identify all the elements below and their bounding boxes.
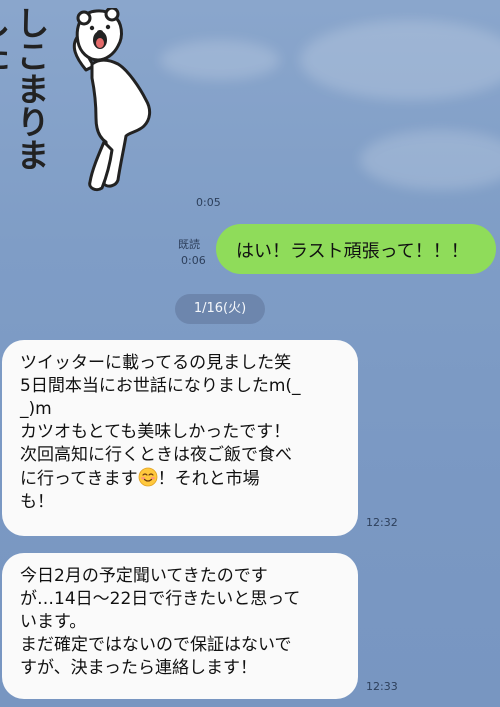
message-line: すが、決まったら連絡します！ [20, 658, 257, 678]
message-line-with-emoji: に行ってきます ！それと市場 [20, 467, 344, 491]
message-line: _)m [20, 399, 52, 419]
message-time: 12:32 [366, 516, 398, 529]
message-line: まだ確定ではないので保証はないで [20, 635, 292, 655]
received-message-bubble[interactable]: 今日2月の予定聞いてきたのです が…14日〜22日で行きたいと思って います。 … [2, 553, 358, 699]
message-line: 次回高知に行くときは夜ご飯で食べ [20, 445, 292, 465]
message-line: カツオもとても美味しかったです！ [20, 422, 291, 442]
date-separator: 1/16(火) [175, 294, 265, 324]
sent-message-text: はい！ラスト頑張って！！！ [236, 241, 469, 262]
message-time: 0:06 [181, 254, 206, 267]
message-time: 12:33 [366, 680, 398, 693]
sent-message-bubble[interactable]: はい！ラスト頑張って！！！ [216, 224, 496, 274]
background-cloud [160, 40, 280, 80]
message-line: が…14日〜22日で行きたいと思って [20, 589, 301, 609]
read-receipt: 既読 [178, 238, 200, 251]
received-message-bubble[interactable]: ツイッターに載ってるの見ました笑 5日間本当にお世話になりましたm(_ _)m … [2, 340, 358, 536]
message-line: 5日間本当にお世話になりましたm(_ [20, 376, 301, 396]
background-cloud [300, 20, 500, 100]
smiling-face-emoji-icon [138, 467, 158, 487]
bear-sticker-icon [72, 8, 152, 192]
message-line: 今日2月の予定聞いてきたのです [20, 566, 268, 586]
message-time: 0:05 [196, 196, 221, 209]
message-line: います。 [20, 612, 87, 632]
message-line: ツイッターに載ってるの見ました笑 [20, 353, 292, 373]
message-text: ！それと市場 [157, 469, 260, 489]
sticker-message[interactable]: しこまりました [0, 0, 170, 200]
background-cloud [360, 130, 500, 190]
message-line: も！ [20, 492, 54, 512]
sticker-text: しこまりました [0, 6, 50, 171]
message-text: に行ってきます [20, 469, 138, 489]
